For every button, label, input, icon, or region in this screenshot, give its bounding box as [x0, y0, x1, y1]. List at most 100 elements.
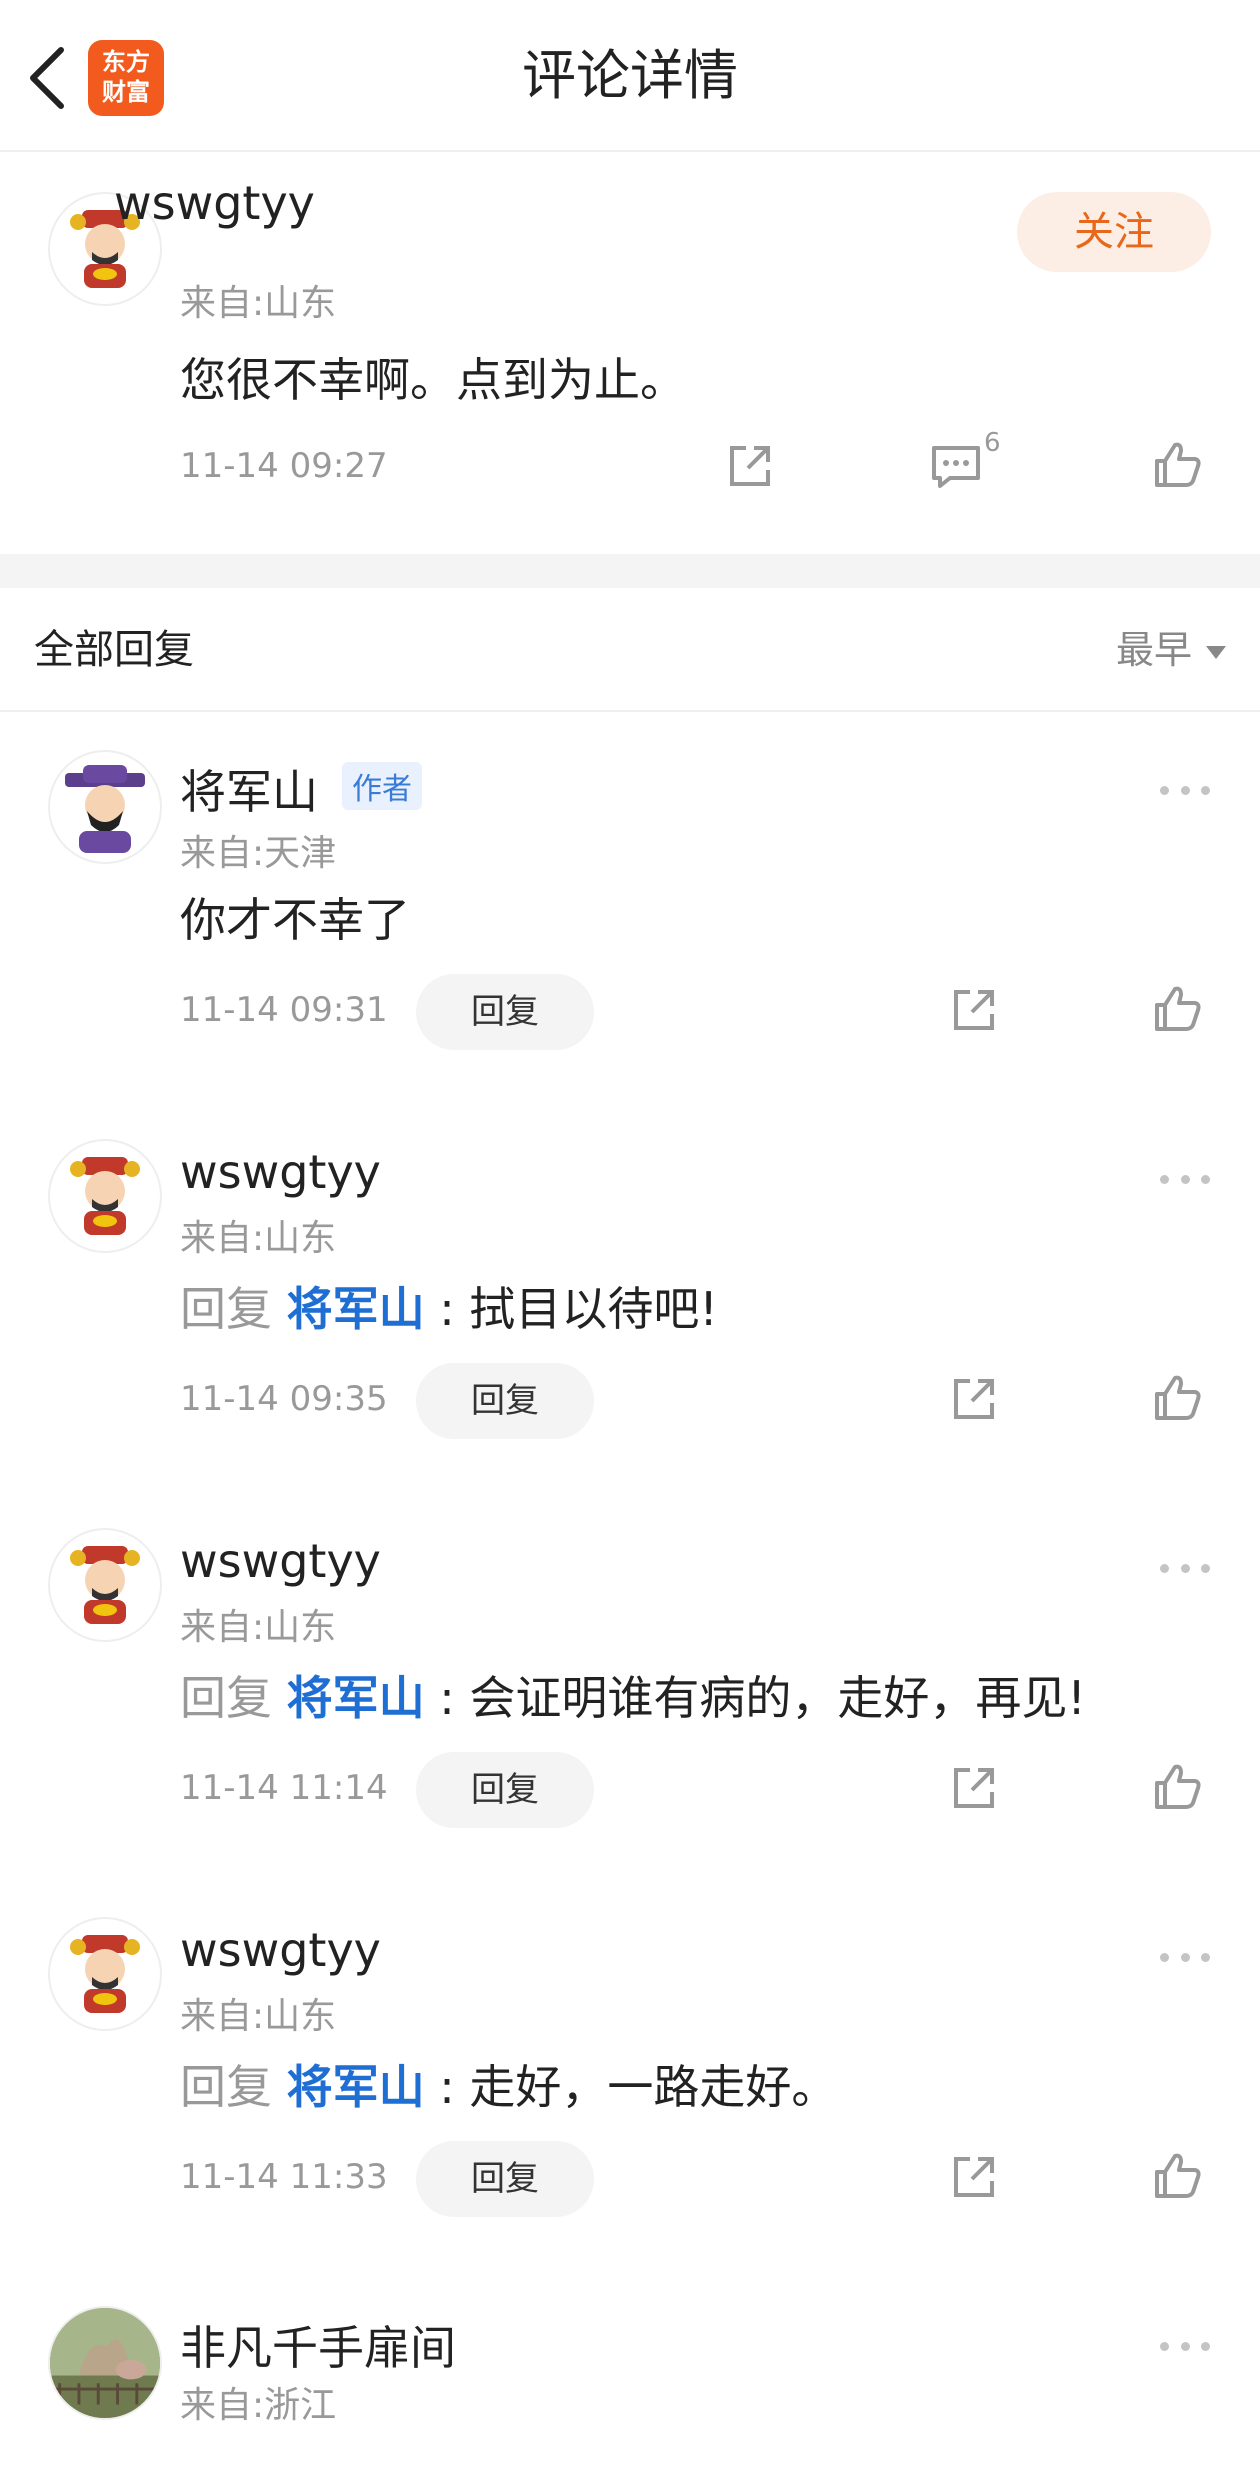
more-button[interactable] — [1160, 780, 1210, 800]
username[interactable]: 将军山 — [180, 756, 318, 822]
reply-button[interactable]: 回复 — [416, 2141, 594, 2217]
more-icon-dot — [1180, 785, 1190, 795]
share-button[interactable] — [946, 1760, 1002, 1816]
avatar-caishen-icon — [70, 1546, 140, 1624]
location-text: 来自:山东 — [180, 283, 337, 324]
replies-header: 全部回复 最早 — [0, 588, 1260, 712]
share-icon — [954, 2157, 994, 2197]
avatar[interactable] — [48, 2306, 162, 2420]
reply-target-user[interactable]: 将军山 — [287, 1282, 425, 1336]
more-button[interactable] — [1160, 1169, 1210, 1189]
share-icon — [954, 1768, 994, 1808]
more-icon-dot — [1180, 2341, 1190, 2351]
like-button[interactable] — [1150, 980, 1206, 1036]
more-icon-dot — [1201, 1952, 1210, 1962]
reply-prefix: 回复 — [180, 1282, 272, 1336]
more-icon-dot — [1160, 1952, 1169, 1962]
share-button[interactable] — [946, 982, 1002, 1038]
more-icon-dot — [1201, 2341, 1210, 2351]
username[interactable]: wswgtyy — [114, 176, 315, 230]
username[interactable]: wswgtyy — [180, 1534, 381, 1588]
more-icon-dot — [1160, 785, 1169, 795]
reply-text: 会证明谁有病的，走好，再见! — [469, 1671, 1086, 1725]
reply-content: 回复 将军山 : 拭目以待吧! — [180, 1273, 718, 1339]
reply-target-user[interactable]: 将军山 — [287, 2060, 425, 2114]
more-button[interactable] — [1160, 2336, 1210, 2356]
reply-time: 11-14 11:14 — [180, 1768, 388, 1808]
more-icon-dot — [1160, 1174, 1169, 1184]
like-icon — [1155, 442, 1201, 487]
sort-label: 最早 — [1115, 628, 1192, 672]
reply-item: wswgtyy 来自:山东 回复 将军山 : 拭目以待吧! 11-14 09:3… — [0, 1101, 1260, 1490]
reply-text: 拭目以待吧! — [469, 1282, 718, 1336]
comment-count: 6 — [984, 428, 1001, 458]
reply-colon: : — [439, 2060, 455, 2114]
reply-button[interactable]: 回复 — [416, 1752, 594, 1828]
location-text: 来自:天津 — [180, 833, 337, 874]
reply-button[interactable]: 回复 — [416, 974, 594, 1050]
comment-button[interactable] — [926, 438, 986, 494]
location-text: 来自:山东 — [180, 1607, 337, 1648]
reply-item: wswgtyy 来自:山东 回复 将军山 : 走好，一路走好。 11-14 11… — [0, 1879, 1260, 2268]
avatar[interactable] — [48, 750, 162, 864]
reply-time: 11-14 11:33 — [180, 2157, 388, 2197]
share-icon — [954, 1379, 994, 1419]
share-icon — [730, 446, 770, 486]
sort-dropdown[interactable]: 最早 — [1116, 588, 1226, 712]
more-icon-dot — [1180, 1952, 1190, 1962]
reply-content: 回复 将军山 : 走好，一路走好。 — [180, 2051, 837, 2117]
like-icon — [1155, 986, 1201, 1031]
reply-item: wswgtyy 来自:山东 回复 将军山 : 会证明谁有病的，走好，再见! 11… — [0, 1490, 1260, 1879]
author-badge: 作者 — [342, 762, 422, 810]
reply-content: 你才不幸了 — [180, 893, 410, 947]
section-divider — [0, 554, 1260, 588]
share-icon — [954, 990, 994, 1030]
reply-colon: : — [439, 1282, 455, 1336]
more-icon-dot — [1180, 1174, 1190, 1184]
reply-item: 将军山 作者 来自:天津 你才不幸了 11-14 09:31 回复 — [0, 712, 1260, 1101]
username[interactable]: wswgtyy — [180, 1923, 381, 1977]
share-button[interactable] — [722, 438, 778, 494]
comment-time: 11-14 09:27 — [180, 446, 388, 486]
avatar[interactable] — [48, 1528, 162, 1642]
location-text: 来自:浙江 — [180, 2385, 337, 2426]
comment-content: 您很不幸啊。点到为止。 — [180, 353, 686, 407]
like-button[interactable] — [1150, 2147, 1206, 2203]
share-button[interactable] — [946, 1371, 1002, 1427]
more-icon-dot — [1201, 785, 1210, 795]
avatar-general-icon — [65, 765, 145, 853]
avatar-photo-icon — [50, 2308, 160, 2418]
reply-prefix: 回复 — [180, 1671, 272, 1725]
location-text: 来自:山东 — [180, 1218, 337, 1259]
avatar[interactable] — [48, 1917, 162, 2031]
follow-button[interactable]: 关注 — [1017, 192, 1211, 272]
like-button[interactable] — [1150, 1758, 1206, 1814]
share-button[interactable] — [946, 2149, 1002, 2205]
reply-content: 回复 将军山 : 会证明谁有病的，走好，再见! — [180, 1662, 1086, 1728]
like-icon — [1155, 2153, 1201, 2198]
page-title: 评论详情 — [522, 44, 738, 107]
more-button[interactable] — [1160, 1558, 1210, 1578]
reply-text: 走好，一路走好。 — [469, 2060, 838, 2114]
reply-prefix: 回复 — [180, 2060, 272, 2114]
username[interactable]: wswgtyy — [180, 1145, 381, 1199]
avatar-caishen-icon — [70, 1157, 140, 1235]
location-text: 来自:山东 — [180, 1996, 337, 2037]
reply-target-user[interactable]: 将军山 — [287, 1671, 425, 1725]
avatar-caishen-icon — [70, 1935, 140, 2013]
more-icon-dot — [1180, 1563, 1190, 1573]
reply-time: 11-14 09:31 — [180, 990, 388, 1030]
username[interactable]: 非凡千手扉间 — [180, 2312, 456, 2378]
like-button[interactable] — [1150, 436, 1206, 492]
more-icon-dot — [1160, 2341, 1169, 2351]
reply-colon: : — [439, 1671, 455, 1725]
reply-time: 11-14 09:35 — [180, 1379, 388, 1419]
like-icon — [1155, 1764, 1201, 1809]
reply-button[interactable]: 回复 — [416, 1363, 594, 1439]
sort-caret-icon — [1206, 645, 1226, 659]
replies-title: 全部回复 — [34, 627, 194, 673]
avatar[interactable] — [48, 1139, 162, 1253]
more-icon-dot — [1201, 1563, 1210, 1573]
like-button[interactable] — [1150, 1369, 1206, 1425]
more-button[interactable] — [1160, 1947, 1210, 1967]
